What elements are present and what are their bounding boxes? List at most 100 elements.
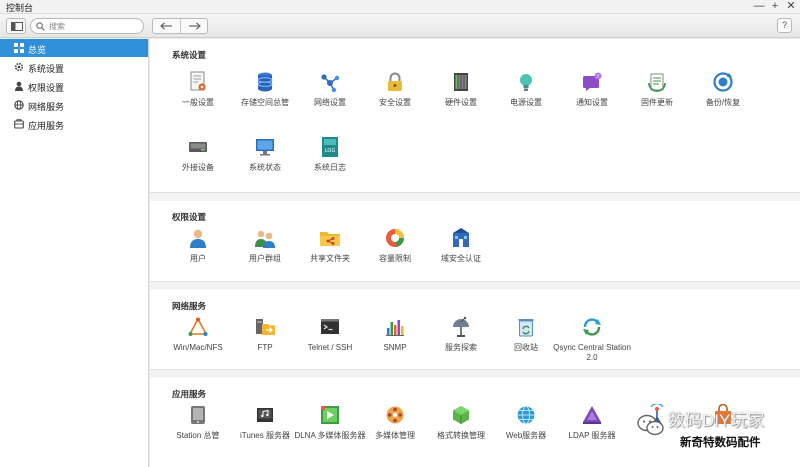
section-system-settings: 系统设置 一般设置 存储空间总管 网络设置 安全设置 硬件设置 电源设置 ! 通… — [150, 39, 800, 193]
tile-recycle-bin[interactable]: 回收站 — [494, 316, 558, 370]
search-input[interactable] — [49, 20, 139, 32]
notification-icon: ! — [583, 72, 602, 91]
window-title: 控制台 — [6, 3, 34, 13]
firmware-icon — [648, 73, 666, 92]
back-button[interactable] — [153, 19, 180, 33]
tile-storage-manager[interactable]: 存储空间总管 — [233, 71, 297, 125]
recycle-bin-icon — [518, 319, 534, 337]
section-title: 应用服务 — [172, 389, 207, 399]
quota-icon — [386, 229, 405, 247]
watermark-title: 数码DIY玩家 — [668, 411, 765, 430]
help-button[interactable]: ? — [777, 18, 792, 33]
tile-user-groups[interactable]: 用户群组 — [233, 227, 297, 281]
menu-button[interactable] — [6, 18, 26, 34]
win-mac-nfs-icon — [188, 317, 208, 336]
web-server-icon — [517, 406, 535, 424]
panel-icon — [11, 22, 23, 31]
tile-snmp[interactable]: SNMP — [363, 316, 427, 370]
tile-transcode-management[interactable]: 格式转换管理 — [429, 404, 493, 458]
terminal-icon — [321, 319, 339, 334]
tile-itunes-server[interactable]: iTunes 服务器 — [233, 404, 297, 458]
hardware-icon — [454, 73, 468, 91]
network-icon — [321, 74, 340, 93]
tile-power-settings[interactable]: 电源设置 — [494, 71, 558, 125]
sidebar-item-overview[interactable]: 总览 — [0, 39, 148, 57]
watermark: 数码DIY玩家 新奇特数码配件 — [636, 404, 800, 460]
station-manager-icon — [191, 406, 205, 424]
overview-panel: 系统设置 一般设置 存储空间总管 网络设置 安全设置 硬件设置 电源设置 ! 通… — [150, 39, 800, 467]
globe-icon — [14, 100, 24, 110]
section-network-services: 网络服务 Win/Mac/NFS FTP Telnet / SSH SNMP 服… — [150, 290, 800, 370]
tile-quota[interactable]: 容量限制 — [363, 227, 427, 281]
tile-service-discovery[interactable]: 服务探索 — [429, 316, 493, 370]
tile-web-server[interactable]: Web服务器 — [494, 404, 558, 458]
ftp-icon — [256, 319, 275, 335]
power-bulb-icon — [520, 74, 532, 91]
window-titlebar: 控制台 — + ✕ — [0, 0, 800, 14]
tile-system-status[interactable]: 系统状态 — [233, 136, 297, 190]
user-icon — [190, 229, 206, 248]
ldap-icon — [583, 406, 601, 424]
monitor-icon — [256, 139, 274, 156]
itunes-icon — [257, 408, 273, 422]
tile-label: 系统日志 — [314, 163, 346, 172]
sidebar-item-permission[interactable]: 权限设置 — [0, 77, 148, 95]
sidebar-item-system[interactable]: 系统设置 — [0, 58, 148, 76]
sidebar-item-label: 应用服务 — [28, 121, 65, 131]
sidebar-item-label: 网络服务 — [28, 102, 65, 112]
dlna-icon — [321, 406, 339, 424]
sidebar-item-label: 总览 — [28, 45, 47, 55]
tile-hardware-settings[interactable]: 硬件设置 — [429, 71, 493, 125]
maximize-button[interactable]: + — [768, 0, 782, 14]
storage-icon — [257, 72, 273, 92]
domain-security-icon — [453, 228, 469, 247]
tile-label: Qsync Central Station 2.0 — [553, 343, 631, 362]
toolbar: ? — [0, 14, 800, 38]
tile-win-mac-nfs[interactable]: Win/Mac/NFS — [166, 316, 230, 370]
search-box[interactable] — [30, 18, 144, 34]
tile-backup-restore[interactable]: 备份/恢复 — [691, 71, 755, 125]
close-button[interactable]: ✕ — [784, 0, 798, 14]
svg-text:!: ! — [597, 74, 599, 80]
external-device-icon — [189, 142, 207, 152]
lock-icon — [388, 72, 402, 91]
tile-station-manager[interactable]: Station 总管 — [166, 404, 230, 458]
tile-qsync[interactable]: Qsync Central Station 2.0 — [553, 316, 631, 370]
tile-security-settings[interactable]: 安全设置 — [363, 71, 427, 125]
sidebar-item-apps[interactable]: 应用服务 — [0, 115, 148, 133]
watermark-subtitle: 新奇特数码配件 — [680, 435, 761, 449]
tile-users[interactable]: 用户 — [166, 227, 230, 281]
tile-label: LDAP 服务器 — [568, 431, 616, 440]
forward-button[interactable] — [181, 19, 208, 33]
tile-domain-security[interactable]: 域安全认证 — [429, 227, 493, 281]
section-title: 网络服务 — [172, 301, 207, 311]
qsync-icon — [583, 318, 601, 336]
navigation-buttons — [152, 18, 208, 34]
tile-firmware-update[interactable]: 固件更新 — [625, 71, 689, 125]
tile-general-settings[interactable]: 一般设置 — [166, 71, 230, 125]
tile-label: 域安全认证 — [441, 254, 481, 263]
tile-dlna-server[interactable]: DLNA 多媒体服务器 — [294, 404, 366, 458]
arrow-left-icon — [160, 22, 172, 30]
svg-text:LOG: LOG — [325, 148, 336, 154]
tile-label: 备份/恢复 — [705, 98, 741, 107]
tile-multimedia-management[interactable]: 多媒体管理 — [363, 404, 427, 458]
user-icon — [15, 81, 23, 91]
search-icon — [36, 22, 45, 31]
sidebar-item-network[interactable]: 网络服务 — [0, 96, 148, 114]
tile-ftp[interactable]: FTP — [233, 316, 297, 370]
tile-external-device[interactable]: 外接设备 — [166, 136, 230, 190]
section-permission-settings: 权限设置 用户 用户群组 共享文件夹 容量限制 域安全认证 — [150, 201, 800, 282]
tile-notification-settings[interactable]: ! 通知设置 — [560, 71, 624, 125]
tile-network-settings[interactable]: 网络设置 — [298, 71, 362, 125]
minimize-button[interactable]: — — [752, 0, 766, 14]
tile-telnet-ssh[interactable]: Telnet / SSH — [298, 316, 362, 370]
log-icon: LOG — [322, 137, 338, 157]
shared-folder-icon — [320, 232, 340, 246]
tile-ldap-server[interactable]: LDAP 服务器 — [560, 404, 624, 458]
section-title: 权限设置 — [172, 212, 207, 222]
sidebar-item-label: 权限设置 — [28, 83, 65, 93]
backup-icon — [713, 72, 733, 92]
tile-system-log[interactable]: LOG 系统日志 — [298, 136, 362, 190]
tile-shared-folders[interactable]: 共享文件夹 — [298, 227, 362, 281]
